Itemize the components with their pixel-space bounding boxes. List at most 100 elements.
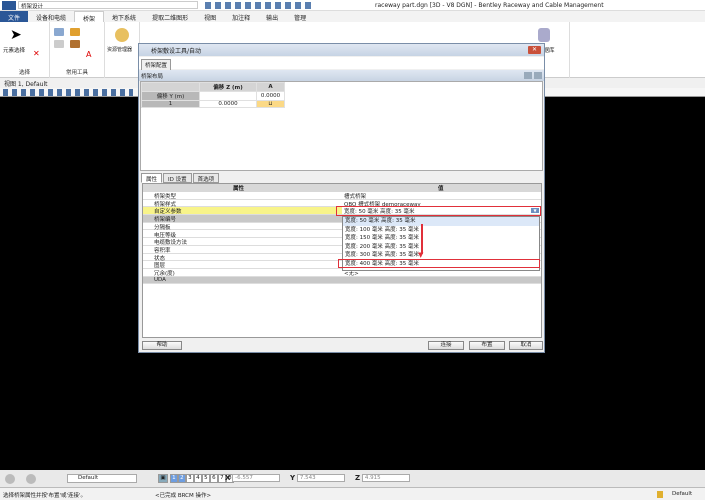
annotation-arrow [421,224,423,254]
workflow-select[interactable]: 桥架设计 [18,1,198,10]
view-group-label: Default [78,475,99,481]
tab-output[interactable]: 输出 [258,11,286,22]
ribbon-tabs: 文件 设备和电缆 桥架 地下系统 提取二维图形 视图 加注释 输出 管理 [0,11,705,23]
title-bar: 桥架设计 raceway part.dgn [3D - V8 DGN] - Be… [0,0,705,11]
annotation-arrow-head: ▼ [418,251,424,259]
tab-annotate[interactable]: 加注释 [224,11,258,22]
empty-cell [199,91,257,101]
tab-view[interactable]: 视图 [196,11,224,22]
back-icon[interactable] [5,474,15,484]
x-field[interactable]: -6.557 [232,474,281,482]
row-1-label: 1 [141,100,200,108]
view-button[interactable]: 6 [209,474,218,483]
view-button[interactable]: 2 [177,474,186,483]
status-prompt: 选择桥架属性并按'布置'或'连接'。 [3,493,87,499]
text-icon[interactable]: A [86,50,91,59]
arrow-select-icon[interactable]: ➤ [10,27,22,43]
dialog-title-bar[interactable]: 桥架敷设工具/自动 ✕ [139,44,544,56]
tab-file[interactable]: 文件 [0,11,29,22]
tab-equipment[interactable]: 设备和电缆 [28,11,74,22]
x-label: X [225,474,231,482]
database-icon[interactable] [538,28,550,42]
z-label: Z [355,474,361,482]
property-header: 属性 [233,186,245,192]
property-tabs: 属性 ID 设置 首选项 [141,173,220,183]
tab-preferences[interactable]: 首选项 [192,173,220,183]
y-label: Y [290,474,296,482]
lock-icon[interactable] [657,491,663,498]
dialog-title: 桥架敷设工具/自动 [151,48,202,55]
explorer-icon[interactable] [115,28,129,42]
window-title: raceway part.dgn [3D - V8 DGN] - Bentley… [375,2,604,9]
bottom-toolbar: Default ▣ 12345678 X -6.557 Y 7.543 Z 4.… [0,470,705,487]
active-level[interactable]: Default [672,491,692,497]
cancel-button[interactable]: 取消 [509,341,543,350]
group-select: ➤ 元素选择 ✕ 选择 [0,22,50,78]
z-coord: Z 4.915 [355,474,410,483]
y-offset-a[interactable]: 0.0000 [256,91,285,101]
tab-id-settings[interactable]: ID 设置 [163,173,192,183]
property-grid-header: 属性 值 [143,184,541,192]
workflow-label: 桥架设计 [21,4,44,10]
row-1-z[interactable]: 0.0000 [199,100,257,108]
delete-icon[interactable]: ✕ [33,49,40,58]
x-coord: X -6.557 [225,474,281,483]
view-button[interactable]: 4 [193,474,202,483]
group-select-label: 选择 [18,70,30,76]
group-tools: A 常用工具 [50,22,105,78]
target-option-highlight [338,259,540,268]
close-button[interactable]: ✕ [528,46,541,54]
status-message: <已完成 BRCM 操作> [155,493,212,499]
tab-raceway[interactable]: 桥架 [74,11,105,23]
view-button[interactable]: 3 [185,474,194,483]
explorer-label[interactable]: 资源管理器 [107,46,132,53]
dialog-tabstrip: 桥架配置 [139,57,544,71]
dropdown-option[interactable]: 宽度: 150 毫米 高度: 35 毫米 [343,234,539,243]
dropdown-option[interactable]: 宽度: 200 毫米 高度: 35 毫米 [343,243,539,252]
selected-value-highlight [336,206,541,216]
quick-access-toolbar[interactable] [205,2,315,9]
tab-extract-2d[interactable]: 提取二维图形 [144,11,196,22]
z-field[interactable]: 4.915 [361,474,410,482]
forward-icon[interactable] [26,474,36,484]
expand-icon[interactable] [534,72,542,79]
tray-cell[interactable]: ⊔ [256,100,285,108]
property-row[interactable]: 桥架类型 槽式桥架 [143,192,541,200]
collapse-icon[interactable] [524,72,532,79]
element-select-label[interactable]: 元素选择 [3,46,25,54]
tab-properties[interactable]: 属性 [141,173,163,183]
help-button[interactable]: 帮助 [142,341,182,350]
tool-icon[interactable] [54,28,64,36]
tool-icon[interactable] [54,40,64,48]
raceway-layout-dialog: 桥架敷设工具/自动 ✕ 桥架配置 桥架布局 偏移 Z (m) A 偏移 Y (m)… [138,43,545,353]
property-name: UDA [154,276,166,283]
tab-underground[interactable]: 地下系统 [104,11,144,22]
layout-header: 桥架布局 [139,70,544,81]
layout-header-label: 桥架布局 [141,74,164,80]
app-logo-icon [2,1,16,10]
view-button[interactable]: 5 [201,474,210,483]
status-bar: 选择桥架属性并按'布置'或'连接'。 <已完成 BRCM 操作> Default [0,487,705,500]
property-row[interactable]: UDA [143,276,541,285]
group-explorer: 资源管理器 [105,22,140,78]
col-a-header: A [256,82,285,92]
view-group-select[interactable]: Default [67,474,137,483]
value-header: 值 [438,186,444,192]
layout-grid: 偏移 Z (m) A 偏移 Y (m) 0.0000 1 0.0000 ⊔ [141,82,285,108]
connect-button[interactable]: 连接 [428,341,464,350]
tool-icon[interactable] [70,28,80,36]
group-tools-label: 常用工具 [65,70,88,76]
y-field[interactable]: 7.543 [296,474,345,482]
tool-icon[interactable] [70,40,80,48]
view-title: 视图 1, Default [4,81,48,88]
dropdown-option[interactable]: 宽度: 50 毫米 高度: 35 毫米 [343,217,539,226]
view-tools-icons[interactable] [3,89,133,96]
view-windows-icon[interactable]: ▣ [158,474,168,483]
view-buttons: ▣ 12345678 [158,474,234,483]
tab-manage[interactable]: 管理 [286,11,314,22]
z-offset-header: 偏移 Z (m) [199,82,257,92]
layout-grid-area: 偏移 Z (m) A 偏移 Y (m) 0.0000 1 0.0000 ⊔ [140,81,543,171]
view-button[interactable]: 1 [169,474,178,483]
dropdown-option[interactable]: 宽度: 100 毫米 高度: 35 毫米 [343,226,539,235]
layout-button[interactable]: 布置 [469,341,505,350]
